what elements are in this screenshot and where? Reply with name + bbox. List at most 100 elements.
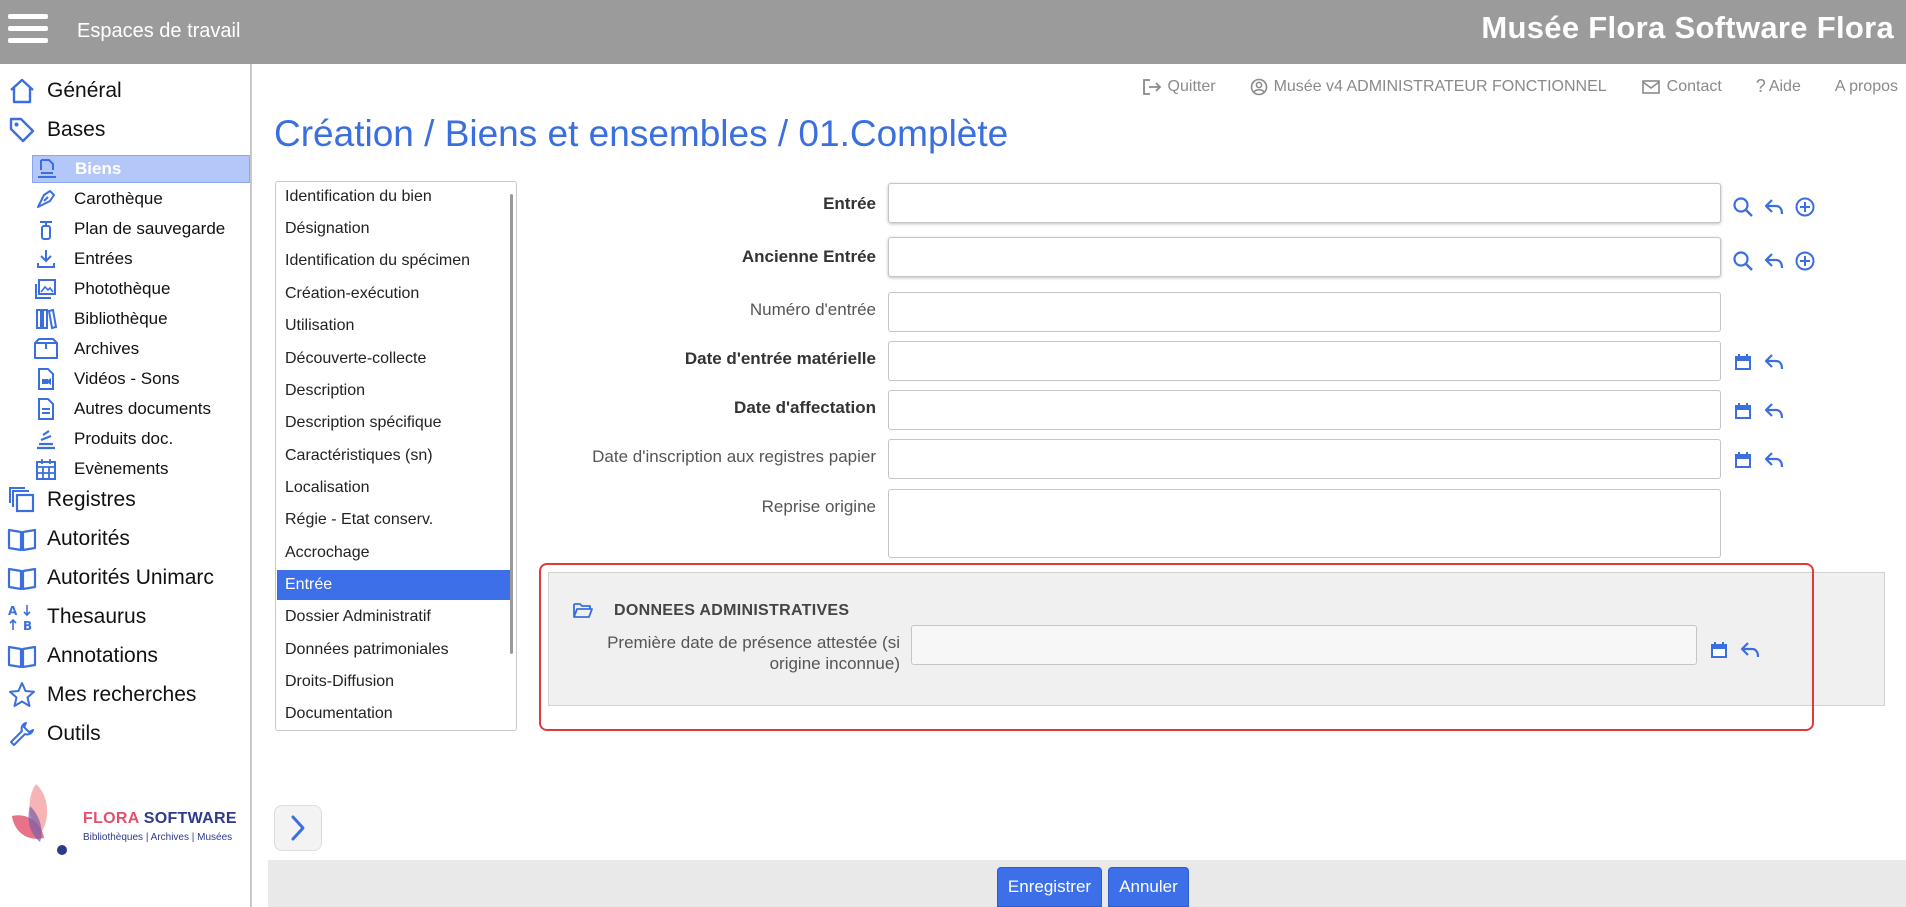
- sidebar-item-general[interactable]: Général: [0, 76, 122, 106]
- section-item[interactable]: Utilisation: [277, 311, 513, 341]
- about-label: A propos: [1834, 77, 1898, 95]
- section-item[interactable]: Caractéristiques (sn): [277, 441, 513, 471]
- contact-label: Contact: [1666, 77, 1722, 95]
- sidebar-item-autorites-unimarc[interactable]: Autorités Unimarc: [0, 563, 214, 593]
- sidebar-sub-label: Autres documents: [74, 399, 212, 418]
- sidebar-item-phototheque[interactable]: Photothèque: [32, 275, 250, 303]
- section-item[interactable]: Description: [277, 376, 513, 406]
- reply-icon[interactable]: [1761, 248, 1787, 274]
- section-item-active[interactable]: Entrée: [277, 570, 513, 600]
- next-button[interactable]: [274, 805, 322, 851]
- premiere-date-input[interactable]: [911, 625, 1697, 665]
- sidebar-item-bibliotheque[interactable]: Bibliothèque: [32, 305, 250, 333]
- pen-nib-icon: [32, 185, 60, 213]
- plus-circle-icon[interactable]: [1792, 194, 1818, 220]
- sign-out-icon: [1142, 78, 1162, 96]
- hamburger-menu-icon[interactable]: [8, 14, 48, 48]
- premiere-date-label: Première date de présence attestée (si o…: [560, 632, 900, 674]
- sidebar-sub-label: Evènements: [74, 459, 169, 478]
- workspaces-link[interactable]: Espaces de travail: [77, 20, 240, 43]
- user-link[interactable]: Musée v4 ADMINISTRATEUR FONCTIONNEL: [1250, 76, 1607, 97]
- reprise-origine-textarea[interactable]: [888, 489, 1721, 558]
- sections-scrollbar[interactable]: [510, 194, 513, 654]
- calendar-icon[interactable]: [1730, 349, 1756, 375]
- sidebar-item-biens[interactable]: Biens: [32, 155, 250, 183]
- plus-circle-icon[interactable]: [1792, 248, 1818, 274]
- section-item[interactable]: Données patrimoniales: [277, 635, 513, 665]
- fire-extinguisher-icon: [32, 215, 60, 243]
- calendar-icon[interactable]: [1730, 447, 1756, 473]
- sidebar-item-entrees[interactable]: Entrées: [32, 245, 250, 273]
- section-item[interactable]: Découverte-collecte: [277, 344, 513, 374]
- sidebar-label: Bases: [47, 118, 106, 141]
- date-inscription-label: Date d'inscription aux registres papier: [592, 447, 876, 466]
- date-entree-materielle-label: Date d'entrée matérielle: [684, 349, 876, 368]
- user-circle-icon: [1250, 78, 1268, 96]
- numero-entree-input[interactable]: [888, 292, 1721, 332]
- section-item[interactable]: Dossier Administratif: [277, 602, 513, 632]
- archive-box-icon: [32, 335, 60, 363]
- sidebar-sub-label: Carothèque: [74, 189, 163, 208]
- cancel-button[interactable]: Annuler: [1108, 867, 1189, 907]
- sidebar-item-archives[interactable]: Archives: [32, 335, 250, 363]
- reply-icon[interactable]: [1761, 349, 1787, 375]
- sidebar-label: Mes recherches: [47, 683, 197, 706]
- section-item[interactable]: Identification du spécimen: [277, 246, 513, 276]
- stack-icon: [32, 425, 60, 453]
- sidebar-item-outils[interactable]: Outils: [0, 719, 101, 749]
- section-item[interactable]: Localisation: [277, 473, 513, 503]
- sidebar-item-produits-doc[interactable]: Produits doc.: [32, 425, 250, 453]
- entree-input[interactable]: [888, 183, 1721, 223]
- date-affectation-input[interactable]: [888, 390, 1721, 430]
- save-button[interactable]: Enregistrer: [997, 867, 1102, 907]
- sidebar-item-evenements[interactable]: Evènements: [32, 455, 250, 483]
- folder-open-icon[interactable]: [572, 600, 594, 625]
- sidebar: Général Bases Biens Carothèque Plan de s…: [0, 64, 252, 907]
- section-item[interactable]: Création-exécution: [277, 279, 513, 309]
- sidebar-item-carotheque[interactable]: Carothèque: [32, 185, 250, 213]
- sidebar-item-videos-sons[interactable]: Vidéos - Sons: [32, 365, 250, 393]
- about-link[interactable]: A propos: [1835, 76, 1898, 97]
- search-icon[interactable]: [1730, 194, 1756, 220]
- calendar-icon[interactable]: [1706, 637, 1732, 663]
- section-item[interactable]: Description spécifique: [277, 408, 513, 438]
- sidebar-item-mes-recherches[interactable]: Mes recherches: [0, 680, 196, 710]
- search-icon[interactable]: [1730, 248, 1756, 274]
- sidebar-item-registres[interactable]: Registres: [0, 485, 136, 515]
- section-item[interactable]: Documentation: [277, 699, 513, 729]
- help-link[interactable]: ? Aide: [1756, 76, 1801, 97]
- reply-icon[interactable]: [1761, 194, 1787, 220]
- open-book-icon: [7, 524, 37, 554]
- logo-tagline: Bibliothèques | Archives | Musées: [83, 832, 233, 843]
- quit-link[interactable]: Quitter: [1142, 76, 1216, 97]
- contact-link[interactable]: Contact: [1641, 76, 1722, 97]
- section-item[interactable]: Régie - Etat conserv.: [277, 505, 513, 535]
- images-icon: [32, 275, 60, 303]
- date-entree-materielle-input[interactable]: [888, 341, 1721, 381]
- calendar-icon: [32, 455, 60, 483]
- sidebar-item-autorites[interactable]: Autorités: [0, 524, 130, 554]
- question-icon: ?: [1755, 76, 1766, 96]
- sidebar-sub-label: Vidéos - Sons: [74, 369, 180, 388]
- object-icon: [33, 155, 61, 183]
- sidebar-item-plan-sauvegarde[interactable]: Plan de sauvegarde: [32, 215, 250, 243]
- ancienne-entree-input[interactable]: [888, 237, 1721, 277]
- sidebar-item-thesaurus[interactable]: AB Thesaurus: [0, 602, 146, 632]
- reply-icon[interactable]: [1761, 398, 1787, 424]
- sidebar-sub-label: Photothèque: [74, 279, 171, 298]
- section-item[interactable]: Droits-Diffusion: [277, 667, 513, 697]
- svg-text:A: A: [8, 604, 18, 618]
- sidebar-item-autres-documents[interactable]: Autres documents: [32, 395, 250, 423]
- sidebar-item-bases[interactable]: Bases: [0, 115, 105, 145]
- reply-icon[interactable]: [1761, 447, 1787, 473]
- date-affectation-label: Date d'affectation: [734, 398, 876, 417]
- section-item[interactable]: Désignation: [277, 214, 513, 244]
- calendar-icon[interactable]: [1730, 398, 1756, 424]
- section-item[interactable]: Accrochage: [277, 538, 513, 568]
- date-inscription-input[interactable]: [888, 439, 1721, 479]
- sections-list[interactable]: Identification du bien Désignation Ident…: [275, 181, 517, 731]
- sidebar-item-annotations[interactable]: Annotations: [0, 641, 158, 671]
- section-item[interactable]: Identification du bien: [277, 182, 513, 212]
- sidebar-label: Autorités Unimarc: [47, 566, 214, 589]
- reply-icon[interactable]: [1737, 637, 1763, 663]
